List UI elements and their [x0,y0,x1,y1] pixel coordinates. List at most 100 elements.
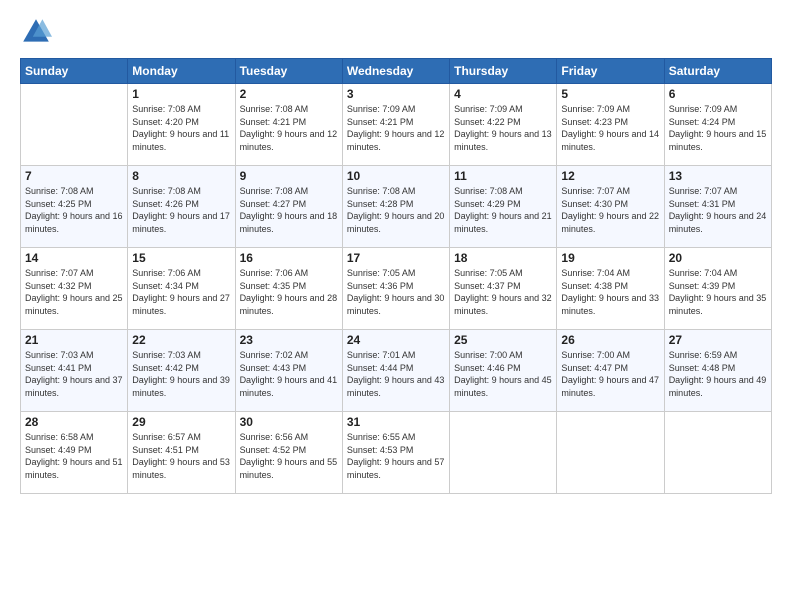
calendar-cell: 7Sunrise: 7:08 AMSunset: 4:25 PMDaylight… [21,166,128,248]
day-number: 9 [240,169,338,183]
day-number: 25 [454,333,552,347]
weekday-header-saturday: Saturday [664,59,771,84]
day-info: Sunrise: 7:00 AMSunset: 4:47 PMDaylight:… [561,349,659,399]
calendar-cell: 1 Sunrise: 7:08 AMSunset: 4:20 PMDaylight… [128,84,235,166]
calendar-week-4: 21 Sunrise: 7:03 AMSunset: 4:41 PMDayligh… [21,330,772,412]
calendar-week-1: 1 Sunrise: 7:08 AMSunset: 4:20 PMDaylight… [21,84,772,166]
day-number: 2 [240,87,338,101]
day-info: Sunrise: 7:09 AMSunset: 4:21 PMDaylight:… [347,103,445,153]
logo [20,16,56,48]
calendar-table: SundayMondayTuesdayWednesdayThursdayFrid… [20,58,772,494]
day-info: Sunrise: 6:57 AMSunset: 4:51 PMDaylight:… [132,431,230,481]
calendar-cell: 27 Sunrise: 6:59 AMSunset: 4:48 PMDayligh… [664,330,771,412]
day-info: Sunrise: 6:58 AMSunset: 4:49 PMDaylight:… [25,431,123,481]
calendar-cell: 31 Sunrise: 6:55 AMSunset: 4:53 PMDayligh… [342,412,449,494]
calendar-cell [21,84,128,166]
calendar-cell: 8 Sunrise: 7:08 AMSunset: 4:26 PMDaylight… [128,166,235,248]
calendar-cell: 13 Sunrise: 7:07 AMSunset: 4:31 PMDayligh… [664,166,771,248]
day-info: Sunrise: 7:08 AMSunset: 4:28 PMDaylight:… [347,185,445,235]
calendar-cell: 28 Sunrise: 6:58 AMSunset: 4:49 PMDayligh… [21,412,128,494]
day-number: 22 [132,333,230,347]
calendar-cell: 9Sunrise: 7:08 AMSunset: 4:27 PMDaylight… [235,166,342,248]
calendar-cell: 17 Sunrise: 7:05 AMSunset: 4:36 PMDayligh… [342,248,449,330]
day-info: Sunrise: 7:03 AMSunset: 4:41 PMDaylight:… [25,349,123,399]
day-number: 24 [347,333,445,347]
day-info: Sunrise: 7:00 AMSunset: 4:46 PMDaylight:… [454,349,552,399]
calendar-cell: 21 Sunrise: 7:03 AMSunset: 4:41 PMDayligh… [21,330,128,412]
day-number: 27 [669,333,767,347]
calendar-cell: 22 Sunrise: 7:03 AMSunset: 4:42 PMDayligh… [128,330,235,412]
calendar-cell: 11Sunrise: 7:08 AMSunset: 4:29 PMDayligh… [450,166,557,248]
day-number: 18 [454,251,552,265]
calendar-cell [557,412,664,494]
day-info: Sunrise: 7:06 AMSunset: 4:34 PMDaylight:… [132,267,230,317]
day-number: 28 [25,415,123,429]
day-info: Sunrise: 7:09 AMSunset: 4:23 PMDaylight:… [561,103,659,153]
calendar-cell: 16 Sunrise: 7:06 AMSunset: 4:35 PMDayligh… [235,248,342,330]
day-number: 14 [25,251,123,265]
day-number: 20 [669,251,767,265]
day-number: 29 [132,415,230,429]
calendar-cell: 6 Sunrise: 7:09 AMSunset: 4:24 PMDaylight… [664,84,771,166]
calendar-cell: 4 Sunrise: 7:09 AMSunset: 4:22 PMDaylight… [450,84,557,166]
day-info: Sunrise: 7:04 AMSunset: 4:38 PMDaylight:… [561,267,659,317]
day-number: 4 [454,87,552,101]
day-info: Sunrise: 7:09 AMSunset: 4:22 PMDaylight:… [454,103,552,153]
day-info: Sunrise: 7:01 AMSunset: 4:44 PMDaylight:… [347,349,445,399]
day-info: Sunrise: 6:56 AMSunset: 4:52 PMDaylight:… [240,431,338,481]
day-info: Sunrise: 7:06 AMSunset: 4:35 PMDaylight:… [240,267,338,317]
day-number: 23 [240,333,338,347]
day-number: 16 [240,251,338,265]
calendar-cell: 5Sunrise: 7:09 AMSunset: 4:23 PMDaylight… [557,84,664,166]
calendar-cell: 2Sunrise: 7:08 AMSunset: 4:21 PMDaylight… [235,84,342,166]
calendar-cell: 3 Sunrise: 7:09 AMSunset: 4:21 PMDaylight… [342,84,449,166]
logo-icon [20,16,52,48]
day-number: 7 [25,169,123,183]
day-info: Sunrise: 7:03 AMSunset: 4:42 PMDaylight:… [132,349,230,399]
day-info: Sunrise: 7:09 AMSunset: 4:24 PMDaylight:… [669,103,767,153]
calendar-cell: 26 Sunrise: 7:00 AMSunset: 4:47 PMDayligh… [557,330,664,412]
day-number: 3 [347,87,445,101]
day-number: 13 [669,169,767,183]
day-info: Sunrise: 7:08 AMSunset: 4:29 PMDaylight:… [454,185,552,235]
calendar-week-5: 28 Sunrise: 6:58 AMSunset: 4:49 PMDayligh… [21,412,772,494]
day-number: 17 [347,251,445,265]
header [20,16,772,48]
calendar-cell: 30 Sunrise: 6:56 AMSunset: 4:52 PMDayligh… [235,412,342,494]
calendar-cell [450,412,557,494]
day-info: Sunrise: 7:07 AMSunset: 4:31 PMDaylight:… [669,185,767,235]
day-info: Sunrise: 7:08 AMSunset: 4:26 PMDaylight:… [132,185,230,235]
day-info: Sunrise: 7:05 AMSunset: 4:36 PMDaylight:… [347,267,445,317]
calendar-cell: 14Sunrise: 7:07 AMSunset: 4:32 PMDayligh… [21,248,128,330]
calendar-cell: 24 Sunrise: 7:01 AMSunset: 4:44 PMDayligh… [342,330,449,412]
day-number: 30 [240,415,338,429]
calendar-cell: 25 Sunrise: 7:00 AMSunset: 4:46 PMDayligh… [450,330,557,412]
calendar-week-3: 14Sunrise: 7:07 AMSunset: 4:32 PMDayligh… [21,248,772,330]
day-info: Sunrise: 7:07 AMSunset: 4:30 PMDaylight:… [561,185,659,235]
day-number: 21 [25,333,123,347]
day-number: 12 [561,169,659,183]
calendar-cell: 19 Sunrise: 7:04 AMSunset: 4:38 PMDayligh… [557,248,664,330]
day-number: 19 [561,251,659,265]
day-number: 26 [561,333,659,347]
day-number: 8 [132,169,230,183]
day-number: 1 [132,87,230,101]
day-info: Sunrise: 7:02 AMSunset: 4:43 PMDaylight:… [240,349,338,399]
calendar-cell [664,412,771,494]
weekday-header-thursday: Thursday [450,59,557,84]
day-info: Sunrise: 7:05 AMSunset: 4:37 PMDaylight:… [454,267,552,317]
calendar-cell: 29 Sunrise: 6:57 AMSunset: 4:51 PMDayligh… [128,412,235,494]
weekday-header-wednesday: Wednesday [342,59,449,84]
calendar-cell: 15Sunrise: 7:06 AMSunset: 4:34 PMDayligh… [128,248,235,330]
day-number: 31 [347,415,445,429]
calendar-cell: 18 Sunrise: 7:05 AMSunset: 4:37 PMDayligh… [450,248,557,330]
day-number: 6 [669,87,767,101]
day-info: Sunrise: 7:04 AMSunset: 4:39 PMDaylight:… [669,267,767,317]
calendar-cell: 12 Sunrise: 7:07 AMSunset: 4:30 PMDayligh… [557,166,664,248]
weekday-header-monday: Monday [128,59,235,84]
day-info: Sunrise: 6:55 AMSunset: 4:53 PMDaylight:… [347,431,445,481]
day-info: Sunrise: 7:08 AMSunset: 4:20 PMDaylight:… [132,103,230,153]
day-info: Sunrise: 6:59 AMSunset: 4:48 PMDaylight:… [669,349,767,399]
weekday-header-friday: Friday [557,59,664,84]
calendar-week-2: 7Sunrise: 7:08 AMSunset: 4:25 PMDaylight… [21,166,772,248]
